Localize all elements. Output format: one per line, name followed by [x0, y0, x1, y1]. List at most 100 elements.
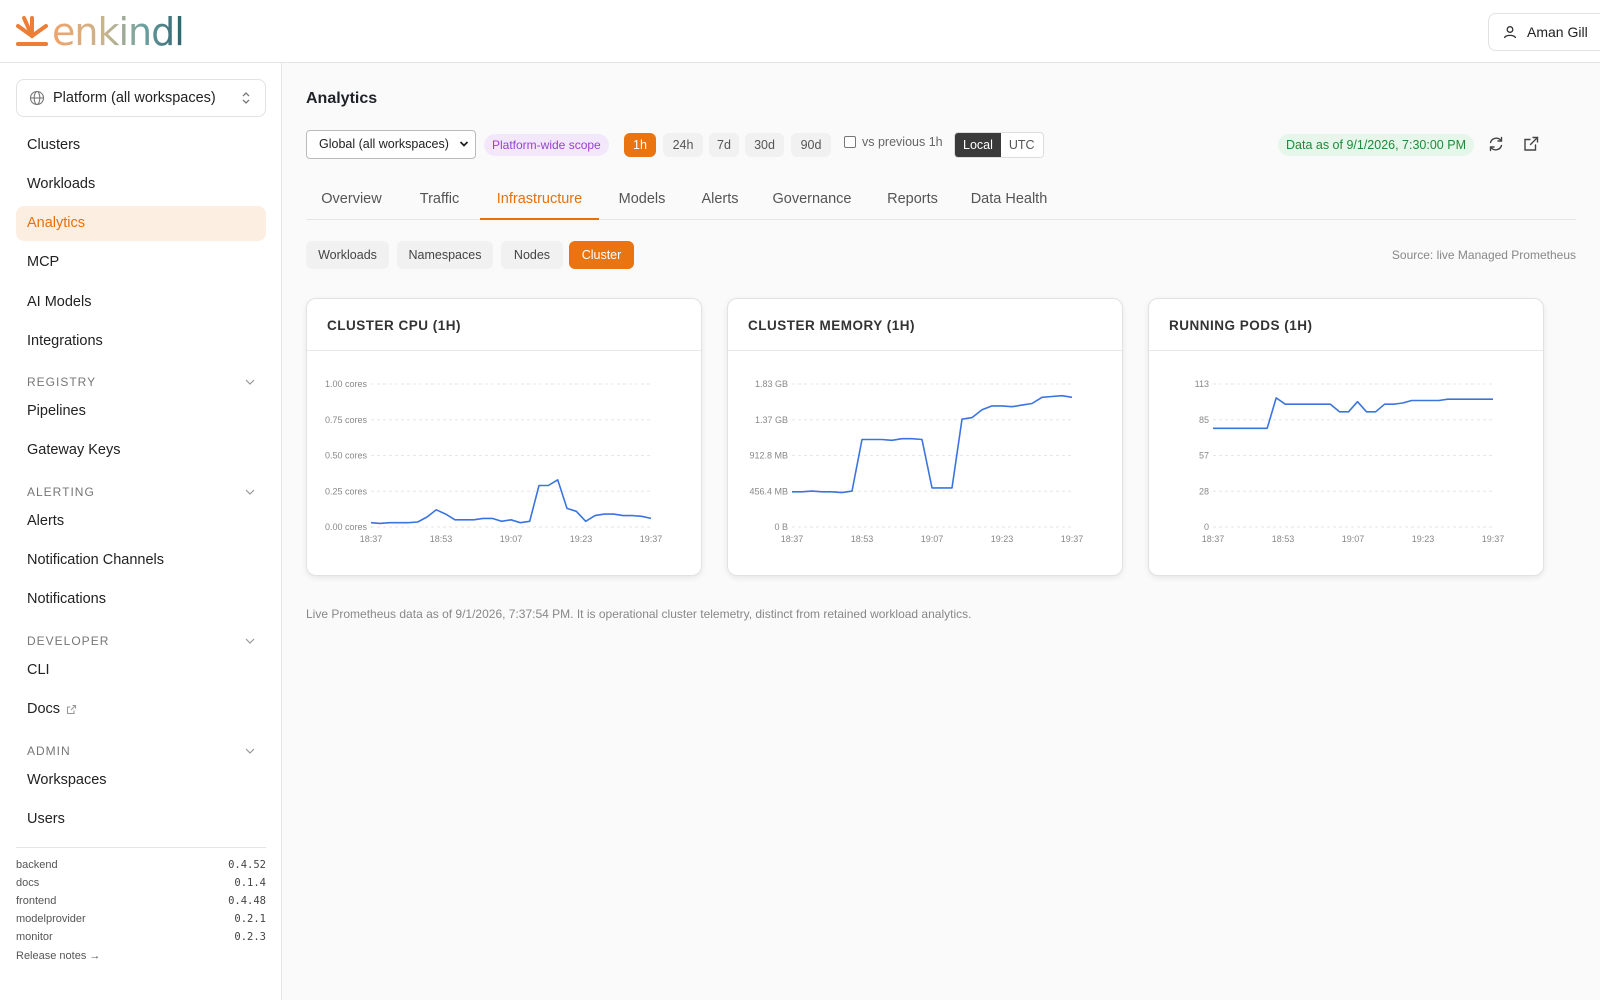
external-link-icon — [66, 704, 77, 715]
sidebar-item-workloads[interactable]: Workloads — [16, 167, 266, 202]
sidebar-item-label: Analytics — [27, 215, 86, 231]
series-line[interactable] — [792, 394, 1073, 494]
x-tick-label: 18:53 — [1272, 534, 1295, 544]
sidebar-item-notifications[interactable]: Notifications — [16, 582, 266, 617]
version-row: modelprovider 0.2.1 — [16, 913, 266, 925]
scope-badge: Platform-wide scope — [484, 134, 609, 156]
timezone-toggle: Local UTC — [954, 132, 1044, 158]
sidebar-item-gateway-keys[interactable]: Gateway Keys — [16, 433, 266, 468]
range-90d-button[interactable]: 90d — [791, 133, 831, 157]
sidebar-item-label: Notifications — [27, 591, 106, 607]
tab-data-health[interactable]: Data Health — [958, 179, 1060, 220]
tab-reports[interactable]: Reports — [872, 179, 953, 220]
range-24h-button[interactable]: 24h — [663, 133, 703, 157]
x-tick-label: 19:23 — [570, 534, 593, 544]
sidebar-item-ai-models[interactable]: AI Models — [16, 285, 266, 320]
range-7d-button[interactable]: 7d — [709, 133, 739, 157]
section-developer[interactable]: DEVELOPER — [27, 634, 255, 648]
range-30d-button[interactable]: 30d — [745, 133, 784, 157]
y-tick-label: 113 — [1195, 379, 1209, 389]
y-tick-label: 0 — [1204, 522, 1209, 532]
sidebar-item-clusters[interactable]: Clusters — [16, 128, 266, 163]
x-tick-label: 19:23 — [1412, 534, 1435, 544]
section-admin[interactable]: ADMIN — [27, 744, 255, 758]
series-line[interactable] — [1213, 397, 1493, 430]
scope-select[interactable]: Global (all workspaces) — [306, 130, 476, 159]
data-source-label: Source: live Managed Prometheus — [1391, 248, 1576, 262]
x-tick-label: 19:07 — [500, 534, 523, 544]
tab-overview[interactable]: Overview — [306, 179, 397, 220]
subtab-workloads[interactable]: Workloads — [306, 241, 389, 269]
sidebar-item-docs[interactable]: Docs — [16, 692, 266, 727]
logo[interactable]: enkindl — [14, 13, 185, 51]
sidebar-item-label: Clusters — [27, 137, 81, 153]
version-value: 0.4.52 — [228, 859, 266, 871]
tab-models[interactable]: Models — [603, 179, 681, 220]
version-value: 0.4.48 — [228, 895, 266, 907]
version-name: monitor — [16, 931, 53, 943]
tab-alerts[interactable]: Alerts — [686, 179, 754, 220]
y-tick-label: 1.37 GB — [755, 415, 788, 425]
cluster-memory-chart: 1.83 GB 1.37 GB 912.8 MB 456.4 MB 0 B 18:37 18… — [749, 379, 1084, 544]
sidebar-item-label: Alerts — [27, 513, 65, 529]
x-tick-label: 18:53 — [851, 534, 874, 544]
chart-title: CLUSTER CPU (1H) — [327, 318, 462, 333]
sidebar-item-workspaces[interactable]: Workspaces — [16, 763, 266, 798]
refresh-icon[interactable] — [1487, 135, 1505, 153]
compare-toggle[interactable]: vs previous 1h — [844, 135, 943, 149]
version-row: docs 0.1.4 — [16, 877, 266, 889]
x-tick-label: 19:37 — [640, 534, 663, 544]
tab-traffic[interactable]: Traffic — [403, 179, 476, 220]
workspace-select[interactable]: Platform (all workspaces) — [16, 79, 266, 117]
external-link-icon[interactable] — [1522, 135, 1540, 153]
y-tick-label: 0.75 cores — [325, 415, 368, 425]
top-bar: enkindl Aman Gill — [0, 0, 1600, 63]
subtab-cluster[interactable]: Cluster — [569, 241, 634, 269]
page-title: Analytics — [306, 90, 378, 107]
range-1h-button[interactable]: 1h — [624, 133, 656, 157]
subtab-namespaces[interactable]: Namespaces — [397, 241, 493, 269]
x-tick-label: 19:07 — [921, 534, 944, 544]
x-tick-label: 18:37 — [781, 534, 804, 544]
sidebar-item-alerts[interactable]: Alerts — [16, 504, 266, 539]
version-row: frontend 0.4.48 — [16, 895, 266, 907]
user-name: Aman Gill — [1527, 24, 1588, 40]
release-notes-link[interactable]: Release notes → — [16, 950, 100, 962]
chart-card-cluster-memory: CLUSTER MEMORY (1H) 1.83 GB 1.37 GB 912.8 … — [727, 298, 1123, 576]
logo-spark-icon — [16, 16, 48, 46]
y-tick-label: 28 — [1199, 486, 1209, 496]
globe-icon — [29, 90, 45, 106]
sidebar-item-label: Gateway Keys — [27, 442, 121, 458]
timezone-local-button[interactable]: Local — [955, 133, 1001, 157]
compare-label: vs previous 1h — [862, 135, 943, 149]
compare-checkbox[interactable] — [844, 136, 856, 148]
footnote: Live Prometheus data as of 9/1/2026, 7:3… — [306, 607, 972, 621]
section-alerting[interactable]: ALERTING — [27, 485, 255, 499]
tab-infrastructure[interactable]: Infrastructure — [480, 179, 599, 220]
section-registry[interactable]: REGISTRY — [27, 375, 255, 389]
chevron-up-down-icon — [242, 92, 250, 104]
sidebar-item-analytics[interactable]: Analytics — [16, 206, 266, 241]
x-tick-label: 19:37 — [1061, 534, 1084, 544]
cluster-cpu-chart: 1.00 cores 0.75 cores 0.50 cores 0.25 cores… — [325, 379, 663, 544]
sidebar-item-pipelines[interactable]: Pipelines — [16, 394, 266, 429]
x-tick-label: 19:23 — [991, 534, 1014, 544]
chevron-down-icon — [245, 379, 255, 385]
sidebar-item-mcp[interactable]: MCP — [16, 245, 266, 280]
x-tick-label: 18:37 — [1202, 534, 1225, 544]
subtab-nodes[interactable]: Nodes — [501, 241, 563, 269]
version-row: backend 0.4.52 — [16, 859, 266, 871]
user-menu-button[interactable]: Aman Gill — [1488, 13, 1600, 51]
series-line[interactable] — [370, 479, 652, 525]
timezone-utc-button[interactable]: UTC — [1000, 133, 1043, 157]
version-name: docs — [16, 877, 40, 889]
chart-card-running-pods: RUNNING PODS (1H) 113 85 57 28 0 18:37 18:53 19… — [1148, 298, 1544, 576]
sidebar-item-integrations[interactable]: Integrations — [16, 324, 266, 359]
tab-governance[interactable]: Governance — [760, 179, 864, 220]
sidebar-item-users[interactable]: Users — [16, 802, 266, 837]
version-name: frontend — [16, 895, 57, 907]
section-title: REGISTRY — [27, 375, 97, 389]
sidebar-item-cli[interactable]: CLI — [16, 653, 266, 688]
sidebar-item-notification-channels[interactable]: Notification Channels — [16, 543, 266, 578]
sidebar: Platform (all workspaces) Clusters Workl… — [0, 63, 282, 1000]
